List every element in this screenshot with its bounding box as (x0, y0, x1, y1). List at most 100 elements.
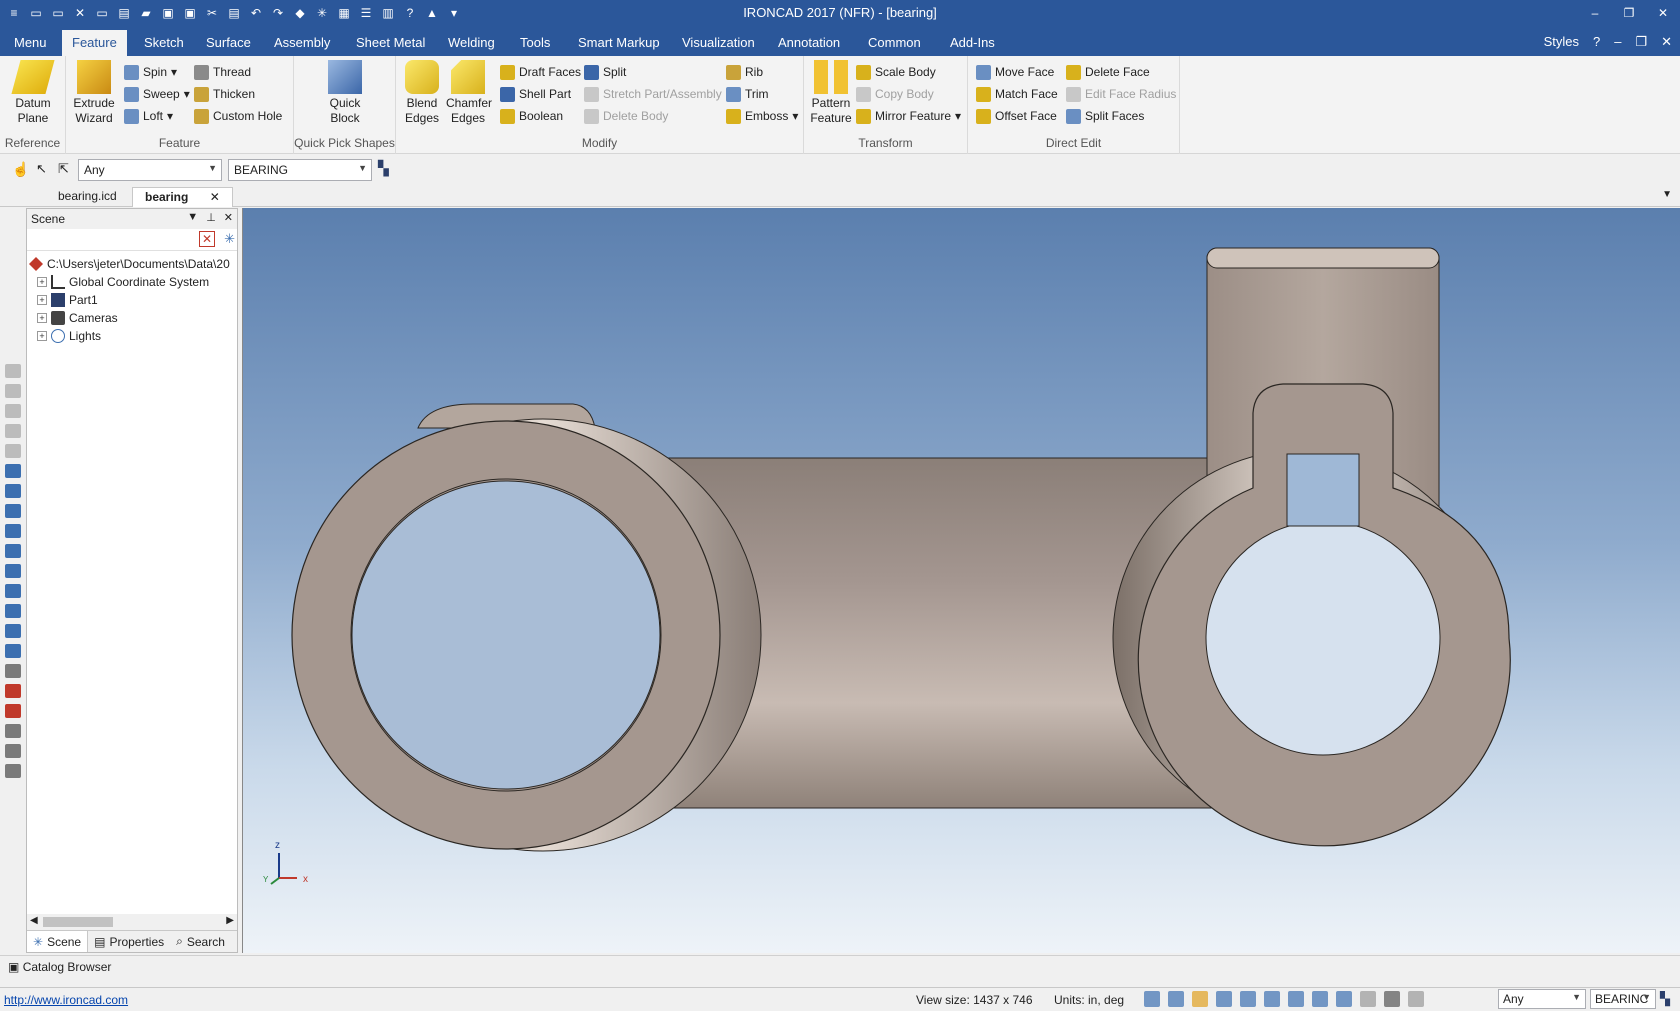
expand-icon[interactable]: + (37, 277, 47, 287)
pointer-icon[interactable]: ↖ (36, 161, 47, 177)
loft-button[interactable]: Loft ▾ (124, 106, 173, 126)
render-mode-icon[interactable] (1264, 991, 1280, 1007)
tree-item-lights[interactable]: + Lights (29, 327, 237, 345)
measure-icon[interactable] (5, 664, 21, 678)
tab-feature[interactable]: Feature (62, 30, 127, 56)
pointer-alt-icon[interactable] (1408, 991, 1424, 1007)
orient-icon[interactable] (5, 524, 21, 538)
expand-icon[interactable]: + (37, 313, 47, 323)
doctab-bearing-icd[interactable]: bearing.icd (46, 187, 129, 207)
thicken-button[interactable]: Thicken (194, 84, 255, 104)
spin-button[interactable]: Spin ▾ (124, 62, 177, 82)
select-tool-icon[interactable]: ☝ (12, 161, 29, 178)
orient-icon[interactable] (5, 584, 21, 598)
minimize-button[interactable]: – (1578, 0, 1612, 26)
tab-tools[interactable]: Tools (510, 30, 560, 56)
hand-icon[interactable] (1360, 991, 1376, 1007)
split-button[interactable]: Split (584, 62, 626, 82)
layers-icon[interactable] (1336, 991, 1352, 1007)
orient-icon[interactable] (5, 564, 21, 578)
tab-add-ins[interactable]: Add-Ins (940, 30, 1005, 56)
close-tab-icon[interactable]: ✕ (210, 190, 220, 204)
restore-button[interactable]: ❐ (1612, 0, 1646, 26)
orbit-icon[interactable] (1192, 991, 1208, 1007)
ribbon-close-icon[interactable]: ✕ (1661, 34, 1672, 50)
selection-filter-select[interactable]: Any ▼ (78, 159, 222, 181)
tab-menu[interactable]: Menu (4, 30, 57, 56)
ribbon-restore-icon[interactable]: ❐ (1635, 34, 1647, 50)
catalog-browser-bar[interactable]: ▣ Catalog Browser (0, 955, 1680, 979)
tree-item-global-coordinate-system[interactable]: + Global Coordinate System (29, 273, 237, 291)
trim-button[interactable]: Trim (726, 84, 769, 104)
tab-sheet-metal[interactable]: Sheet Metal (346, 30, 435, 56)
tab-properties[interactable]: ▤ Properties (88, 931, 170, 952)
tab-surface[interactable]: Surface (196, 30, 261, 56)
view-icon[interactable] (5, 404, 21, 418)
tree-item-cameras[interactable]: + Cameras (29, 309, 237, 327)
dropdown-icon[interactable]: ▼ (187, 211, 198, 224)
scrollbar-thumb[interactable] (43, 917, 113, 927)
close-icon[interactable]: ✕ (224, 211, 233, 224)
quick-block-button[interactable]: Quick Block (320, 60, 370, 126)
delete-face-button[interactable]: Delete Face (1066, 62, 1150, 82)
thread-button[interactable]: Thread (194, 62, 251, 82)
orient-icon[interactable] (5, 604, 21, 618)
scene-horizontal-scrollbar[interactable]: ◀ ▶ (27, 914, 237, 930)
orient-icon[interactable] (5, 464, 21, 478)
extrude-wizard-button[interactable]: Extrude Wizard (72, 60, 116, 126)
tabs-overflow-icon[interactable]: ▼ (1662, 189, 1672, 200)
measure-icon[interactable] (5, 764, 21, 778)
clear-filter-icon[interactable]: ✕ (199, 231, 215, 247)
pin-icon[interactable]: ⊥ (206, 211, 216, 224)
tab-scene[interactable]: ✳ Scene (27, 931, 89, 952)
shell-part-button[interactable]: Shell Part (500, 84, 571, 104)
view-icon[interactable] (5, 384, 21, 398)
measure-icon[interactable] (5, 684, 21, 698)
tab-assembly[interactable]: Assembly (264, 30, 340, 56)
orient-icon[interactable] (5, 644, 21, 658)
styles-menu[interactable]: Styles (1544, 34, 1579, 50)
emboss-button[interactable]: Emboss ▾ (726, 106, 798, 126)
scene-tree-icon[interactable]: ✳ (224, 231, 235, 247)
expand-icon[interactable]: + (37, 295, 47, 305)
orient-icon[interactable] (5, 484, 21, 498)
mirror-feature-button[interactable]: Mirror Feature ▾ (856, 106, 961, 126)
edit-face-radius-button[interactable]: Edit Face Radius (1066, 84, 1176, 104)
scroll-left-icon[interactable]: ◀ (30, 915, 38, 926)
move-face-button[interactable]: Move Face (976, 62, 1054, 82)
view-icon[interactable] (5, 444, 21, 458)
hierarchy-icon[interactable]: ▚ (378, 160, 389, 177)
expand-icon[interactable]: + (37, 331, 47, 341)
display-mode-icon[interactable] (1312, 991, 1328, 1007)
tab-visualization[interactable]: Visualization (672, 30, 765, 56)
selection-scope-select[interactable]: BEARING ▼ (228, 159, 372, 181)
tab-common[interactable]: Common (858, 30, 931, 56)
datum-plane-button[interactable]: Datum Plane (8, 60, 58, 126)
zoom-icon[interactable] (1144, 991, 1160, 1007)
delete-body-button[interactable]: Delete Body (584, 106, 668, 126)
website-link[interactable]: http://www.ironcad.com (4, 993, 128, 1007)
measure-icon[interactable] (5, 704, 21, 718)
ribbon-help-icon[interactable]: ? (1593, 34, 1600, 50)
view-icon[interactable] (5, 364, 21, 378)
ribbon-minimize-icon[interactable]: – (1614, 34, 1621, 50)
view-icon[interactable] (5, 424, 21, 438)
tab-smart-markup[interactable]: Smart Markup (568, 30, 670, 56)
doctab-bearing[interactable]: bearing ✕ (132, 187, 233, 207)
status-filter-select[interactable]: Any ▼ (1498, 989, 1586, 1009)
offset-face-button[interactable]: Offset Face (976, 106, 1057, 126)
scale-body-button[interactable]: Scale Body (856, 62, 936, 82)
section-icon[interactable] (1240, 991, 1256, 1007)
draft-faces-button[interactable]: Draft Faces (500, 62, 581, 82)
split-faces-button[interactable]: Split Faces (1066, 106, 1144, 126)
orient-icon[interactable] (5, 504, 21, 518)
tab-search[interactable]: ⌕ Search (170, 931, 231, 952)
blend-edges-button[interactable]: Blend Edges (402, 60, 442, 126)
scroll-right-icon[interactable]: ▶ (226, 915, 234, 926)
measure-icon[interactable] (5, 744, 21, 758)
tree-item-part1[interactable]: + Part1 (29, 291, 237, 309)
pointer-icon[interactable] (1384, 991, 1400, 1007)
tab-annotation[interactable]: Annotation (768, 30, 850, 56)
custom-hole-button[interactable]: Custom Hole (194, 106, 282, 126)
pattern-feature-button[interactable]: Pattern Feature (810, 60, 852, 126)
